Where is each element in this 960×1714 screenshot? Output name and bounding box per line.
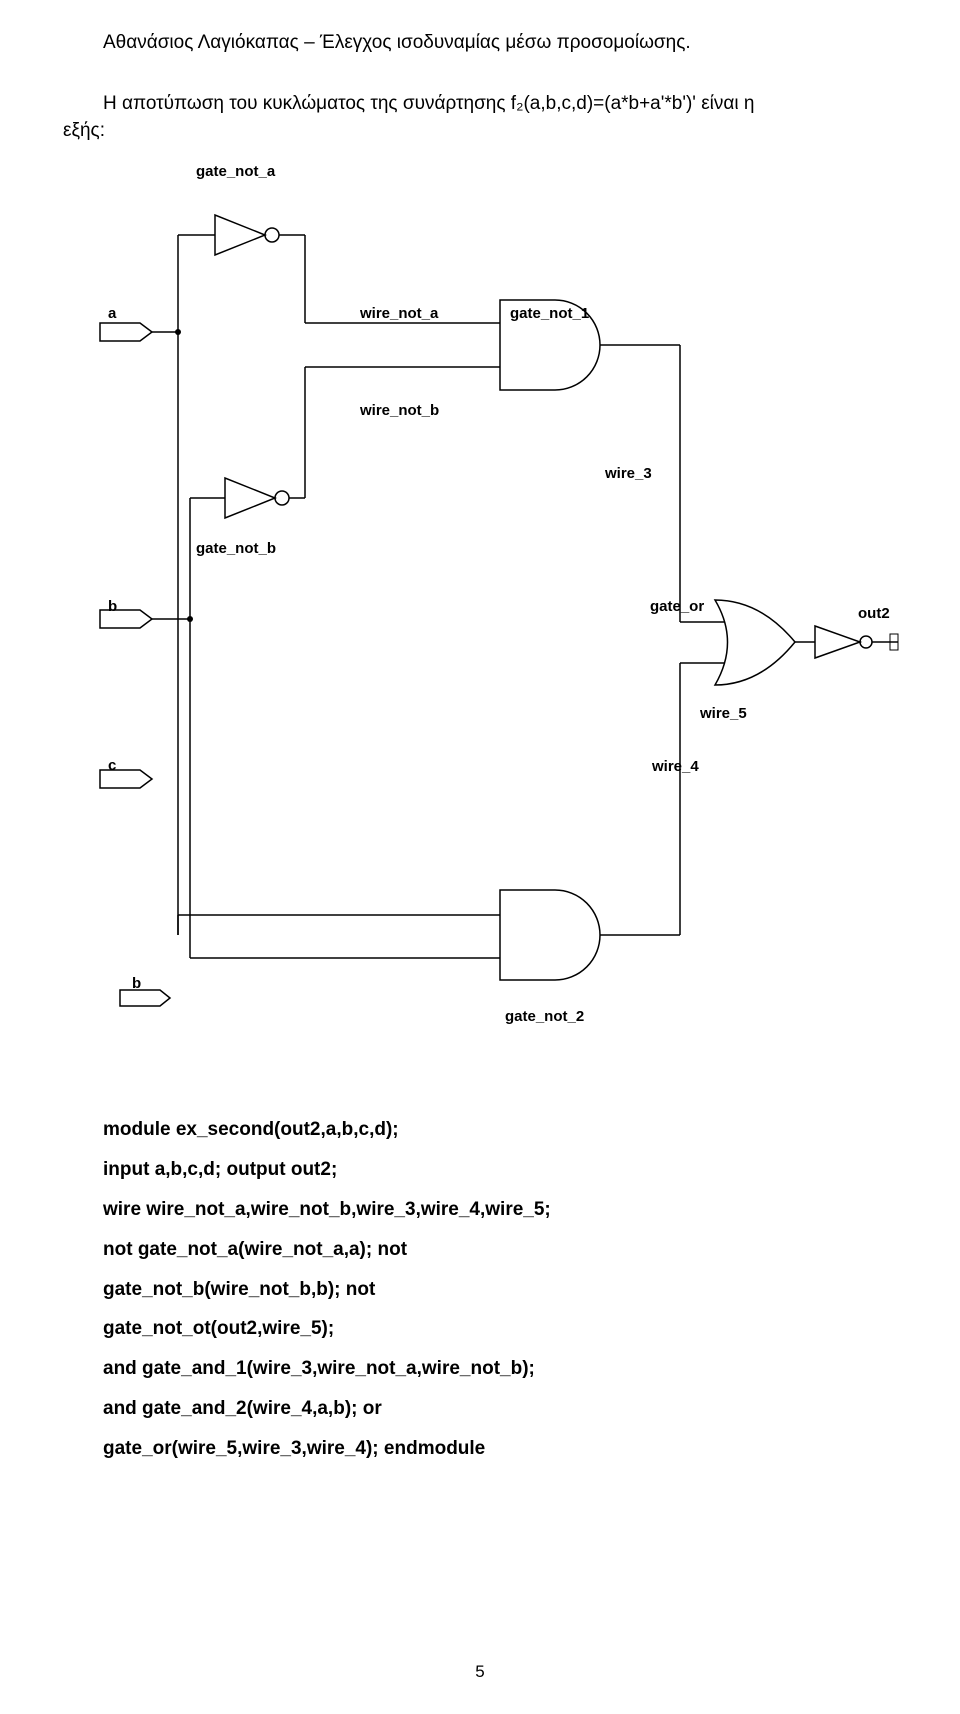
- page-number: 5: [475, 1662, 484, 1682]
- intro-text-line2: εξής:: [63, 120, 105, 142]
- label-a: a: [108, 305, 116, 322]
- code-line: input a,b,c,d; output out2;: [103, 1150, 551, 1190]
- label-wire-3: wire_3: [605, 465, 652, 482]
- label-gate-not-a: gate_not_a: [196, 163, 275, 180]
- code-line: wire wire_not_a,wire_not_b,wire_3,wire_4…: [103, 1190, 551, 1230]
- code-line: gate_not_ot(out2,wire_5);: [103, 1309, 551, 1349]
- label-gate-not-1: gate_not_1: [510, 305, 589, 322]
- label-wire-not-b: wire_not_b: [360, 402, 439, 419]
- label-out2: out2: [858, 605, 890, 622]
- intro-text-line1: Η αποτύπωση του κυκλώματος της συνάρτηση…: [103, 86, 860, 121]
- code-line: and gate_and_2(wire_4,a,b); or: [103, 1389, 551, 1429]
- verilog-code: module ex_second(out2,a,b,c,d); input a,…: [103, 1110, 551, 1469]
- code-line: and gate_and_1(wire_3,wire_not_a,wire_no…: [103, 1349, 551, 1389]
- label-wire-not-a: wire_not_a: [360, 305, 438, 322]
- code-line: gate_or(wire_5,wire_3,wire_4); endmodule: [103, 1429, 551, 1469]
- label-gate-or: gate_or: [650, 598, 704, 615]
- label-wire-5: wire_5: [700, 705, 747, 722]
- label-b: b: [108, 598, 117, 615]
- label-c: c: [108, 757, 116, 774]
- code-line: gate_not_b(wire_not_b,b); not: [103, 1270, 551, 1310]
- label-gate-not-2: gate_not_2: [505, 1008, 584, 1025]
- circuit-diagram: gate_not_a a wire_not_a gate_not_1 wire_…: [60, 160, 900, 1070]
- label-b-bottom: b: [132, 975, 141, 992]
- code-line: module ex_second(out2,a,b,c,d);: [103, 1110, 551, 1150]
- label-wire-4: wire_4: [652, 758, 699, 775]
- code-line: not gate_not_a(wire_not_a,a); not: [103, 1230, 551, 1270]
- page-header: Αθανάσιος Λαγιόκαπας – Έλεγχος ισοδυναμί…: [103, 32, 691, 54]
- label-gate-not-b: gate_not_b: [196, 540, 276, 557]
- diagram-svg: [60, 160, 900, 1070]
